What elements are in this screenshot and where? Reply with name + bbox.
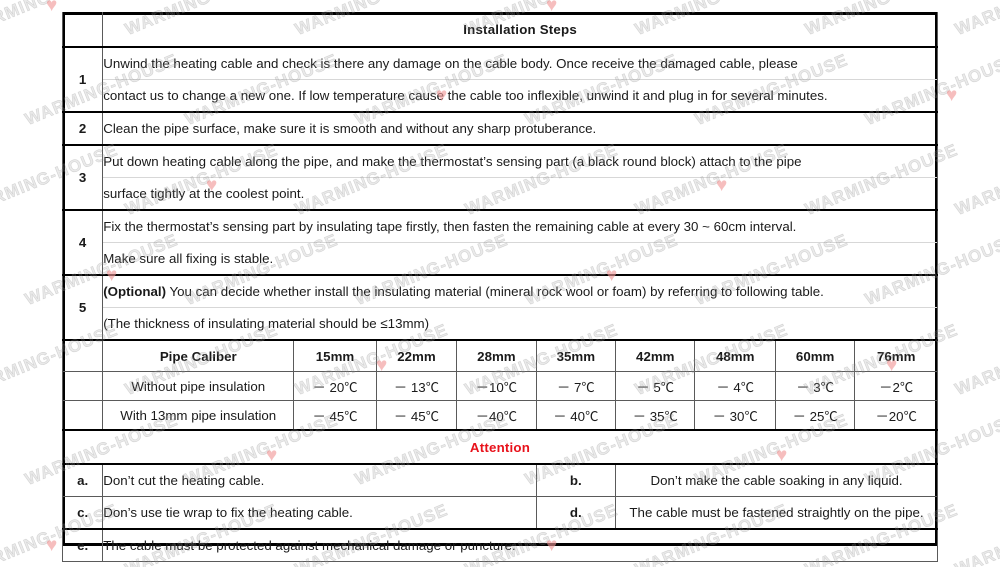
attention-key-b: b. (535, 463, 617, 497)
temp-without-28mm: －10℃ (456, 371, 537, 401)
temp-with-48mm: － 30℃ (694, 400, 776, 431)
row-label-with-insulation: With 13mm pipe insulation (102, 400, 295, 431)
step-row-5-line-2: (The thickness of insulating material sh… (63, 307, 938, 341)
step-5-text-line-1-rest: You can decide whether install the insul… (166, 284, 824, 299)
title-row: Installation Steps (61, 12, 938, 48)
step-5-text-line-1: (Optional) You can decide whether instal… (102, 274, 938, 308)
step-number-2: 2 (61, 111, 104, 146)
attention-text-a: Don’t cut the heating cable. (102, 463, 537, 497)
step-row-1-line-2: contact us to change a new one. If low t… (63, 79, 938, 113)
corner-spacer-cell (61, 12, 104, 48)
pipe-caliber-28mm: 28mm (456, 339, 537, 372)
pipe-row-spacer-1 (61, 371, 104, 401)
attention-row-ab: a. Don’t cut the heating cable. b. Don’t… (61, 463, 938, 497)
step-3-text-line-2: surface tightly at the coolest point. (102, 177, 938, 211)
step-4-text-line-2: Make sure all fixing is stable. (102, 242, 938, 276)
heart-icon: ♥ (46, 0, 58, 16)
step-row-3-line-1: 3 Put down heating cable along the pipe,… (61, 144, 938, 211)
temp-without-35mm: － 7℃ (535, 371, 617, 401)
attention-key-e: e. (61, 528, 104, 562)
step-number-1: 1 (61, 46, 104, 113)
row-label-without-insulation: Without pipe insulation (102, 371, 295, 401)
temp-without-22mm: － 13℃ (375, 371, 458, 401)
step-number-5: 5 (61, 274, 104, 341)
pipe-caliber-48mm: 48mm (694, 339, 776, 372)
step-4-text-line-1: Fix the thermostat’s sensing part by ins… (102, 209, 938, 243)
temp-without-15mm: － 20℃ (293, 371, 377, 401)
step-row-1-line-1: 1 Unwind the heating cable and check is … (61, 46, 938, 113)
watermark-text: WARMING-HOUSE (952, 140, 1000, 219)
pipe-caliber-60mm: 60mm (774, 339, 856, 372)
attention-row-e: e. The cable must be protected against m… (61, 528, 938, 562)
temp-with-15mm: － 45℃ (293, 400, 377, 431)
pipe-caliber-35mm: 35mm (535, 339, 617, 372)
attention-key-a: a. (61, 463, 104, 497)
heart-icon: ♥ (946, 85, 958, 106)
pipe-caliber-76mm: 76mm (854, 339, 938, 372)
temp-without-42mm: － 5℃ (615, 371, 696, 401)
watermark-text: WARMING-HOUSE (952, 320, 1000, 399)
attention-heading-row: Attention (62, 429, 938, 465)
temp-with-42mm: － 35℃ (615, 400, 696, 431)
step-row-4-line-1: 4 Fix the thermostat’s sensing part by i… (61, 209, 938, 276)
watermark-text: WARMING-HOUSE (952, 500, 1000, 567)
installation-steps-sheet: Installation Steps 1 Unwind the heating … (61, 12, 938, 562)
temp-without-60mm: － 3℃ (774, 371, 856, 401)
step-5-text-line-2: (The thickness of insulating material sh… (102, 307, 938, 341)
step-row-2: 2 Clean the pipe surface, make sure it i… (61, 111, 938, 146)
temp-with-22mm: － 45℃ (375, 400, 458, 431)
step-row-5-line-1: 5 (Optional) You can decide whether inst… (61, 274, 938, 341)
attention-row-cd: c. Don’s use tie wrap to fix the heating… (61, 496, 938, 530)
optional-label: (Optional) (103, 284, 166, 299)
attention-text-c: Don’s use tie wrap to fix the heating ca… (102, 496, 537, 530)
pipe-caliber-42mm: 42mm (615, 339, 696, 372)
step-row-3-line-2: surface tightly at the coolest point. (63, 177, 938, 211)
step-number-4: 4 (61, 209, 104, 276)
pipe-table-header-row: Pipe Caliber 15mm 22mm 28mm 35mm 42mm 48… (61, 339, 938, 372)
step-1-text-line-1: Unwind the heating cable and check is th… (102, 46, 938, 80)
attention-key-c: c. (61, 496, 104, 530)
pipe-caliber-header: Pipe Caliber (102, 339, 295, 372)
step-1-text-line-2: contact us to change a new one. If low t… (102, 79, 938, 113)
temp-with-76mm: －20℃ (854, 400, 938, 431)
page-title: Installation Steps (102, 12, 938, 48)
temp-with-60mm: － 25℃ (774, 400, 856, 431)
table-row-with-insulation: With 13mm pipe insulation － 45℃ － 45℃ －4… (61, 400, 938, 431)
step-number-3: 3 (61, 144, 104, 211)
pipe-row-spacer-2 (61, 400, 104, 431)
temp-with-28mm: －40℃ (456, 400, 537, 431)
pipe-table-corner-spacer (61, 339, 104, 372)
temp-without-76mm: －2℃ (854, 371, 938, 401)
step-2-text-line-1: Clean the pipe surface, make sure it is … (102, 111, 938, 146)
attention-text-e: The cable must be protected against mech… (102, 528, 938, 562)
table-row-without-insulation: Without pipe insulation － 20℃ － 13℃ －10℃… (61, 371, 938, 401)
temp-without-48mm: － 4℃ (694, 371, 776, 401)
attention-text-d: The cable must be fastened straightly on… (615, 496, 938, 530)
attention-heading: Attention (62, 429, 938, 465)
temp-with-35mm: － 40℃ (535, 400, 617, 431)
pipe-caliber-15mm: 15mm (293, 339, 377, 372)
heart-icon: ♥ (46, 535, 58, 556)
attention-key-d: d. (535, 496, 617, 530)
watermark-text: WARMING-HOUSE (952, 0, 1000, 40)
attention-text-b: Don’t make the cable soaking in any liqu… (615, 463, 938, 497)
step-row-4-line-2: Make sure all fixing is stable. (63, 242, 938, 276)
step-3-text-line-1: Put down heating cable along the pipe, a… (102, 144, 938, 178)
pipe-caliber-22mm: 22mm (375, 339, 458, 372)
